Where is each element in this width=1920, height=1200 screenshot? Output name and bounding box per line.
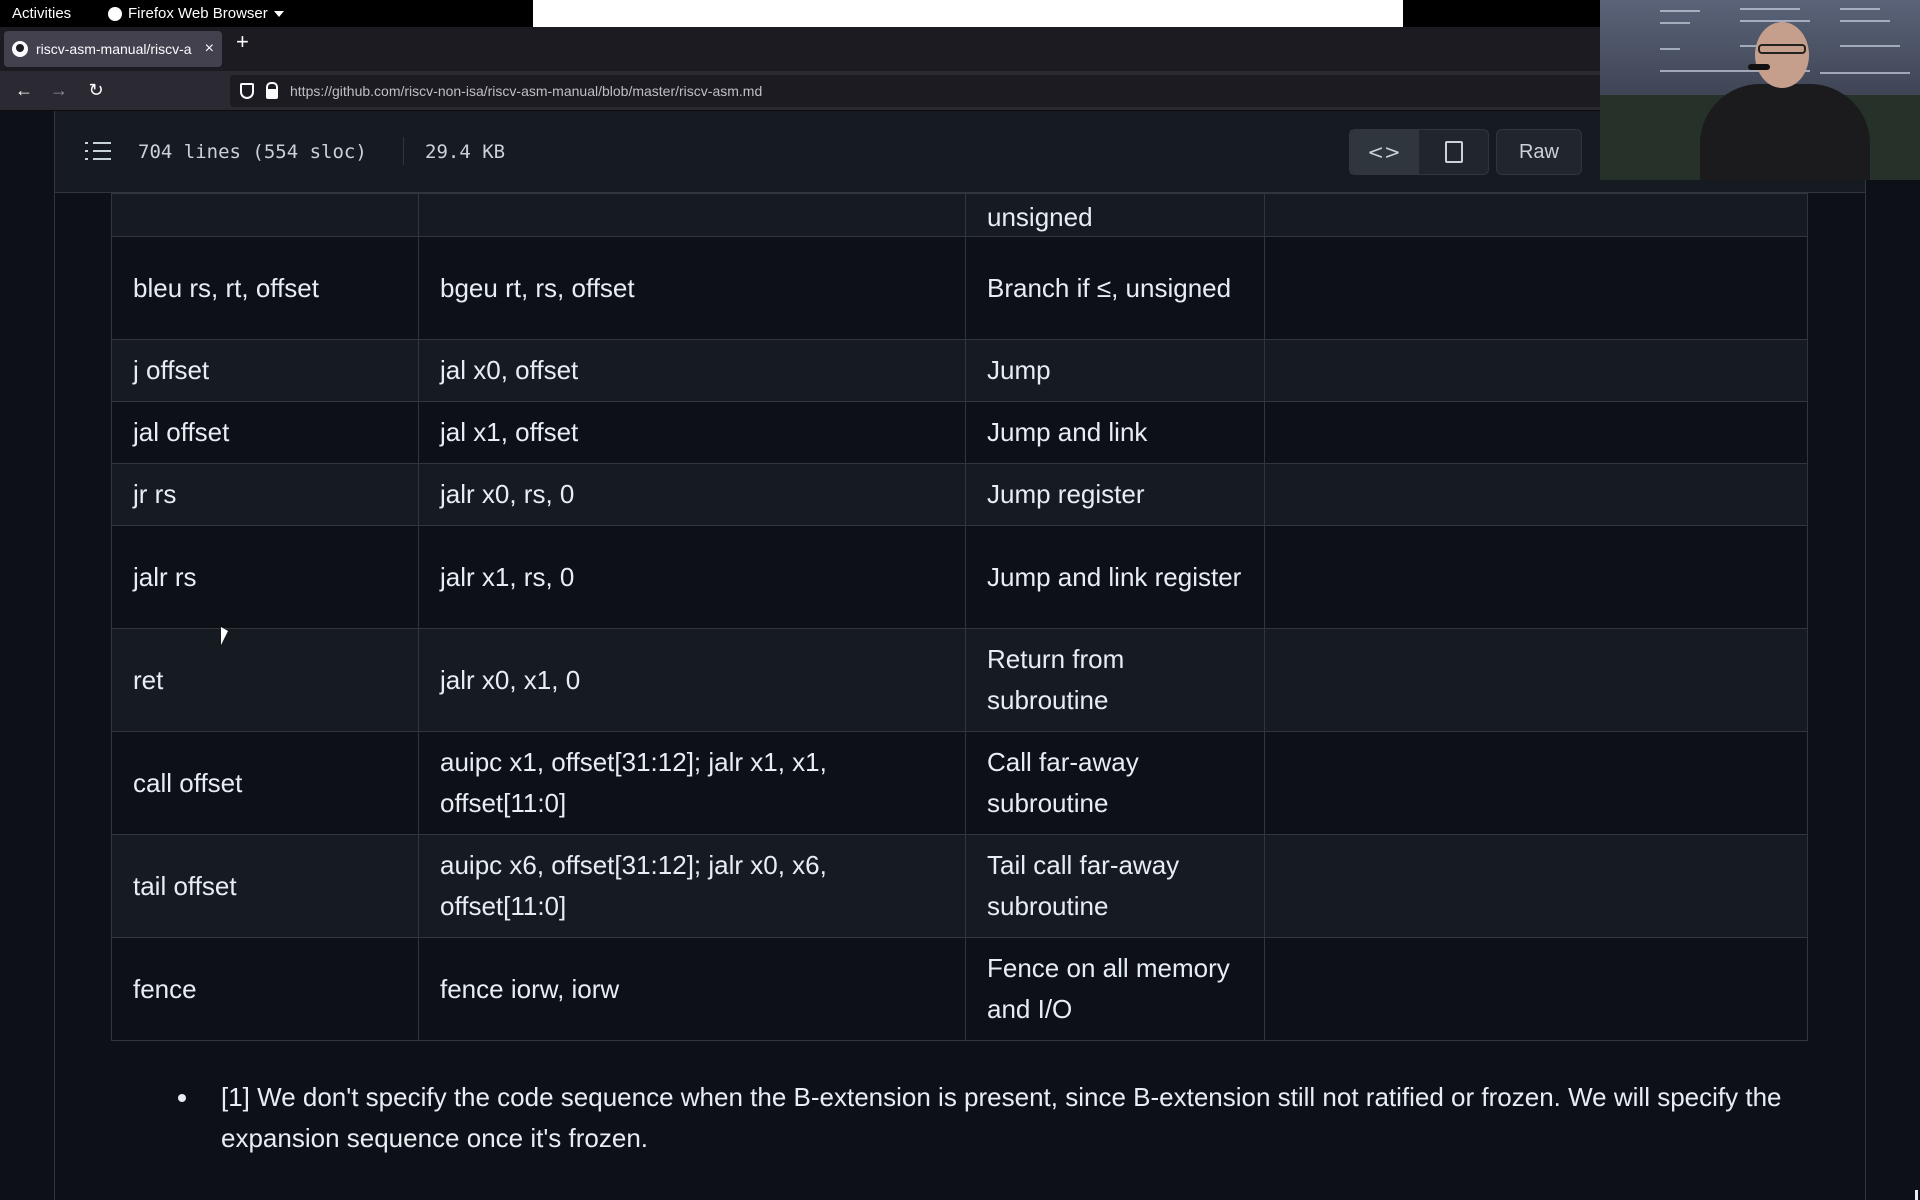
screen-overlay-bar xyxy=(533,0,1403,27)
activities-button[interactable]: Activities xyxy=(12,5,71,22)
close-tab-icon[interactable]: × xyxy=(205,40,214,58)
table-cell-c4 xyxy=(1264,628,1808,732)
table-cell-c2: jalr x1, rs, 0 xyxy=(418,525,966,629)
table-row: jr rs jalr x0, rs, 0 Jump register xyxy=(111,463,1808,526)
file-header: 704 lines (554 sloc) 29.4 KB <> Raw xyxy=(55,111,1865,193)
app-menu-label: Firefox Web Browser xyxy=(128,5,268,22)
table-cell-c3: Call far-away subroutine xyxy=(965,731,1265,835)
code-view-button[interactable]: <> xyxy=(1350,130,1419,174)
glasses xyxy=(1758,44,1806,54)
presenter-head xyxy=(1755,22,1809,88)
table-row: tail offset auipc x6, offset[31:12]; jalr… xyxy=(111,834,1808,938)
table-cell-c2: auipc x6, offset[31:12]; jalr x0, x6, of… xyxy=(418,834,966,938)
table-cell-c1: ret xyxy=(111,628,419,732)
table-cell-c1: jr rs xyxy=(111,463,419,526)
table-cell-c2: bgeu rt, rs, offset xyxy=(418,236,966,340)
table-row: j offset jal x0, offset Jump xyxy=(111,339,1808,402)
table-cell-c4 xyxy=(1264,339,1808,402)
webcam-overlay xyxy=(1600,0,1920,180)
table-cell-c2: jal x1, offset xyxy=(418,401,966,464)
url-text[interactable]: https://github.com/riscv-non-isa/riscv-a… xyxy=(290,83,762,99)
table-cell-c2: fence iorw, iorw xyxy=(418,937,966,1041)
table-cell-c3: Fence on all memory and I/O xyxy=(965,937,1265,1041)
divider xyxy=(403,137,404,165)
forward-button[interactable]: → xyxy=(48,80,70,101)
view-toggle-group: <> xyxy=(1349,129,1489,175)
file-view: 704 lines (554 sloc) 29.4 KB <> Raw unsi… xyxy=(54,111,1866,1200)
table-cell-c4 xyxy=(1264,937,1808,1041)
table-cell-c4 xyxy=(1264,236,1808,340)
browser-tab[interactable]: riscv-asm-manual/riscv-a × xyxy=(4,31,222,67)
code-icon: <> xyxy=(1367,140,1401,164)
raw-button[interactable]: Raw xyxy=(1496,129,1582,175)
firefox-icon xyxy=(108,6,122,21)
table-cell-c3: unsigned xyxy=(965,193,1265,237)
table-cell-c3: Jump xyxy=(965,339,1265,402)
table-cell-c3: Jump register xyxy=(965,463,1265,526)
table-row: fence fence iorw, iorw Fence on all memory… xyxy=(111,937,1808,1041)
table-cell-c3: Branch if ≤, unsigned xyxy=(965,236,1265,340)
table-cell-c1: bleu rs, rt, offset xyxy=(111,236,419,340)
caret-down-icon xyxy=(273,11,284,17)
github-page: 704 lines (554 sloc) 29.4 KB <> Raw unsi… xyxy=(0,111,1920,1200)
table-row: jalr rs jalr x1, rs, 0 Jump and link regis… xyxy=(111,525,1808,629)
table-row: unsigned xyxy=(111,193,1808,237)
tab-title: riscv-asm-manual/riscv-a xyxy=(36,41,192,57)
app-menu[interactable]: Firefox Web Browser xyxy=(108,5,284,22)
table-cell-c1: jalr rs xyxy=(111,525,419,629)
table-cell-c2: jalr x0, rs, 0 xyxy=(418,463,966,526)
lock-icon[interactable] xyxy=(266,81,278,99)
table-cell-c2: auipc x1, offset[31:12]; jalr x1, x1, of… xyxy=(418,731,966,835)
table-cell-c2: jal x0, offset xyxy=(418,339,966,402)
table-cell-c2 xyxy=(418,193,966,237)
table-cell-c3: Jump and link register xyxy=(965,525,1265,629)
table-row: jal offset jal x1, offset Jump and link xyxy=(111,401,1808,464)
table-cell-c1: tail offset xyxy=(111,834,419,938)
table-cell-c1: fence xyxy=(111,937,419,1041)
line-count: 704 lines (554 sloc) xyxy=(138,141,367,163)
table-cell-c4 xyxy=(1264,463,1808,526)
file-size: 29.4 KB xyxy=(425,141,506,163)
table-cell-c1 xyxy=(111,193,419,237)
table-row: call offset auipc x1, offset[31:12]; jalr… xyxy=(111,731,1808,835)
table-cell-c1: call offset xyxy=(111,731,419,835)
reload-button[interactable]: ↻ xyxy=(85,80,107,101)
table-row: ret jalr x0, x1, 0 Return from subroutine xyxy=(111,628,1808,732)
table-cell-c2: jalr x0, x1, 0 xyxy=(418,628,966,732)
table-cell-c4 xyxy=(1264,834,1808,938)
footnote-text: [1] We don't specify the code sequence w… xyxy=(221,1082,1782,1153)
file-icon xyxy=(1444,141,1463,163)
table-cell-c1: j offset xyxy=(111,339,419,402)
presenter-body xyxy=(1700,84,1870,180)
table-cell-c3: Jump and link xyxy=(965,401,1265,464)
table-cell-c4 xyxy=(1264,401,1808,464)
new-tab-button[interactable]: + xyxy=(236,29,249,55)
table-cell-c4 xyxy=(1264,731,1808,835)
footnote-item: [1] We don't specify the code sequence w… xyxy=(178,1077,1896,1159)
preview-button[interactable] xyxy=(1419,130,1488,174)
table-cell-c4 xyxy=(1264,193,1808,237)
outline-list-icon[interactable] xyxy=(85,142,111,162)
bullet xyxy=(178,1094,186,1102)
back-button[interactable]: ← xyxy=(13,80,35,101)
github-icon xyxy=(12,41,28,57)
table-cell-c3: Return from subroutine xyxy=(965,628,1265,732)
headset-mic xyxy=(1748,64,1770,70)
table-row: bleu rs, rt, offset bgeu rt, rs, offset Br… xyxy=(111,236,1808,340)
table-cell-c4 xyxy=(1264,525,1808,629)
tracking-protection-icon[interactable] xyxy=(240,83,254,99)
table-cell-c3: Tail call far-away subroutine xyxy=(965,834,1265,938)
mouse-cursor xyxy=(221,627,228,645)
scrollbar-thumb[interactable] xyxy=(1915,1190,1918,1200)
pseudo-instruction-table: unsigned bleu rs, rt, offset bgeu rt, rs, … xyxy=(111,193,1808,1041)
table-cell-c1: jal offset xyxy=(111,401,419,464)
